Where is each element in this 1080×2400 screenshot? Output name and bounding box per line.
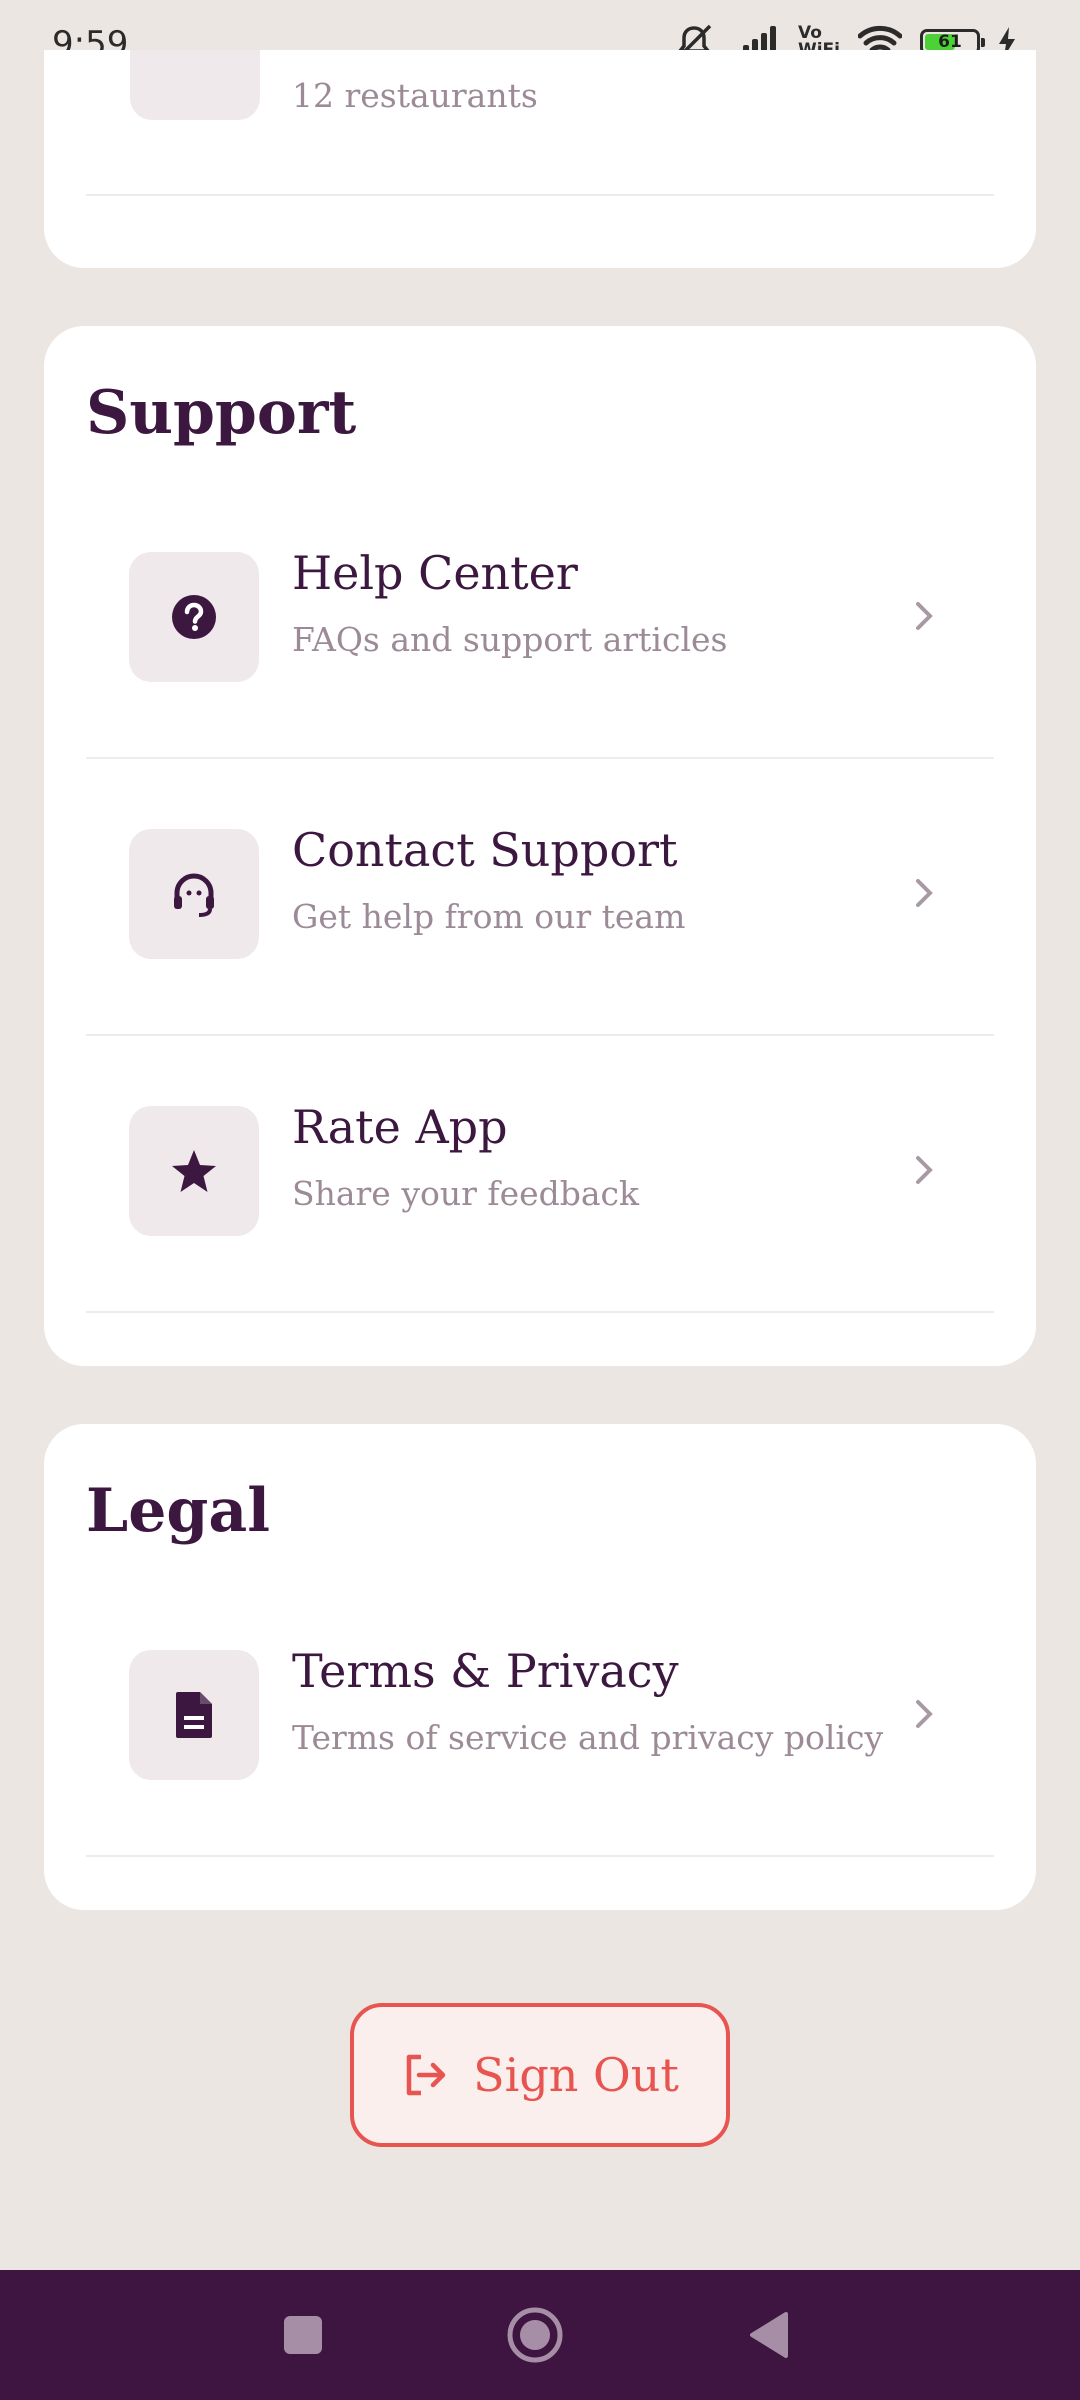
section-title-support: Support (86, 378, 357, 448)
help-circle-icon (129, 552, 259, 682)
back-button[interactable] (738, 2305, 798, 2365)
rate-app-title: Rate App (292, 1100, 508, 1154)
recents-square-icon (284, 2316, 322, 2354)
headset-icon (129, 829, 259, 959)
star-icon (129, 1106, 259, 1236)
sign-out-label: Sign Out (473, 2048, 679, 2102)
help-center-row[interactable]: Help Center FAQs and support articles (86, 480, 994, 759)
sign-out-button[interactable]: Sign Out (350, 2003, 730, 2147)
terms-privacy-title: Terms & Privacy (292, 1644, 679, 1698)
help-center-title: Help Center (292, 546, 578, 600)
home-button[interactable] (505, 2305, 565, 2365)
divider (86, 194, 994, 196)
partial-row-subtitle: 12 restaurants (292, 76, 538, 115)
recents-button[interactable] (273, 2305, 333, 2365)
terms-privacy-row[interactable]: Terms & Privacy Terms of service and pri… (86, 1578, 994, 1857)
chevron-right-icon (904, 596, 944, 636)
home-circle-icon (507, 2307, 563, 2363)
chevron-right-icon (904, 1694, 944, 1734)
rate-app-subtitle: Share your feedback (292, 1174, 640, 1213)
system-navigation-bar (0, 2270, 1080, 2400)
back-triangle-icon (750, 2312, 788, 2358)
battery-level: 61 (938, 32, 962, 52)
document-icon (129, 1650, 259, 1780)
contact-support-subtitle: Get help from our team (292, 897, 686, 936)
logout-icon (406, 2054, 446, 2096)
favorites-card: 12 restaurants (44, 50, 1036, 268)
chevron-right-icon (904, 1150, 944, 1190)
rate-app-row[interactable]: Rate App Share your feedback (86, 1034, 994, 1313)
section-title-legal: Legal (86, 1476, 270, 1546)
contact-support-title: Contact Support (292, 823, 678, 877)
support-section: Support Help Center FAQs and support art… (44, 326, 1036, 1366)
icon-tile-partial (130, 50, 260, 120)
terms-privacy-subtitle: Terms of service and privacy policy (292, 1718, 884, 1757)
chevron-right-icon (904, 873, 944, 913)
help-center-subtitle: FAQs and support articles (292, 620, 728, 659)
legal-section: Legal Terms & Privacy Terms of service a… (44, 1424, 1036, 1910)
contact-support-row[interactable]: Contact Support Get help from our team (86, 757, 994, 1036)
